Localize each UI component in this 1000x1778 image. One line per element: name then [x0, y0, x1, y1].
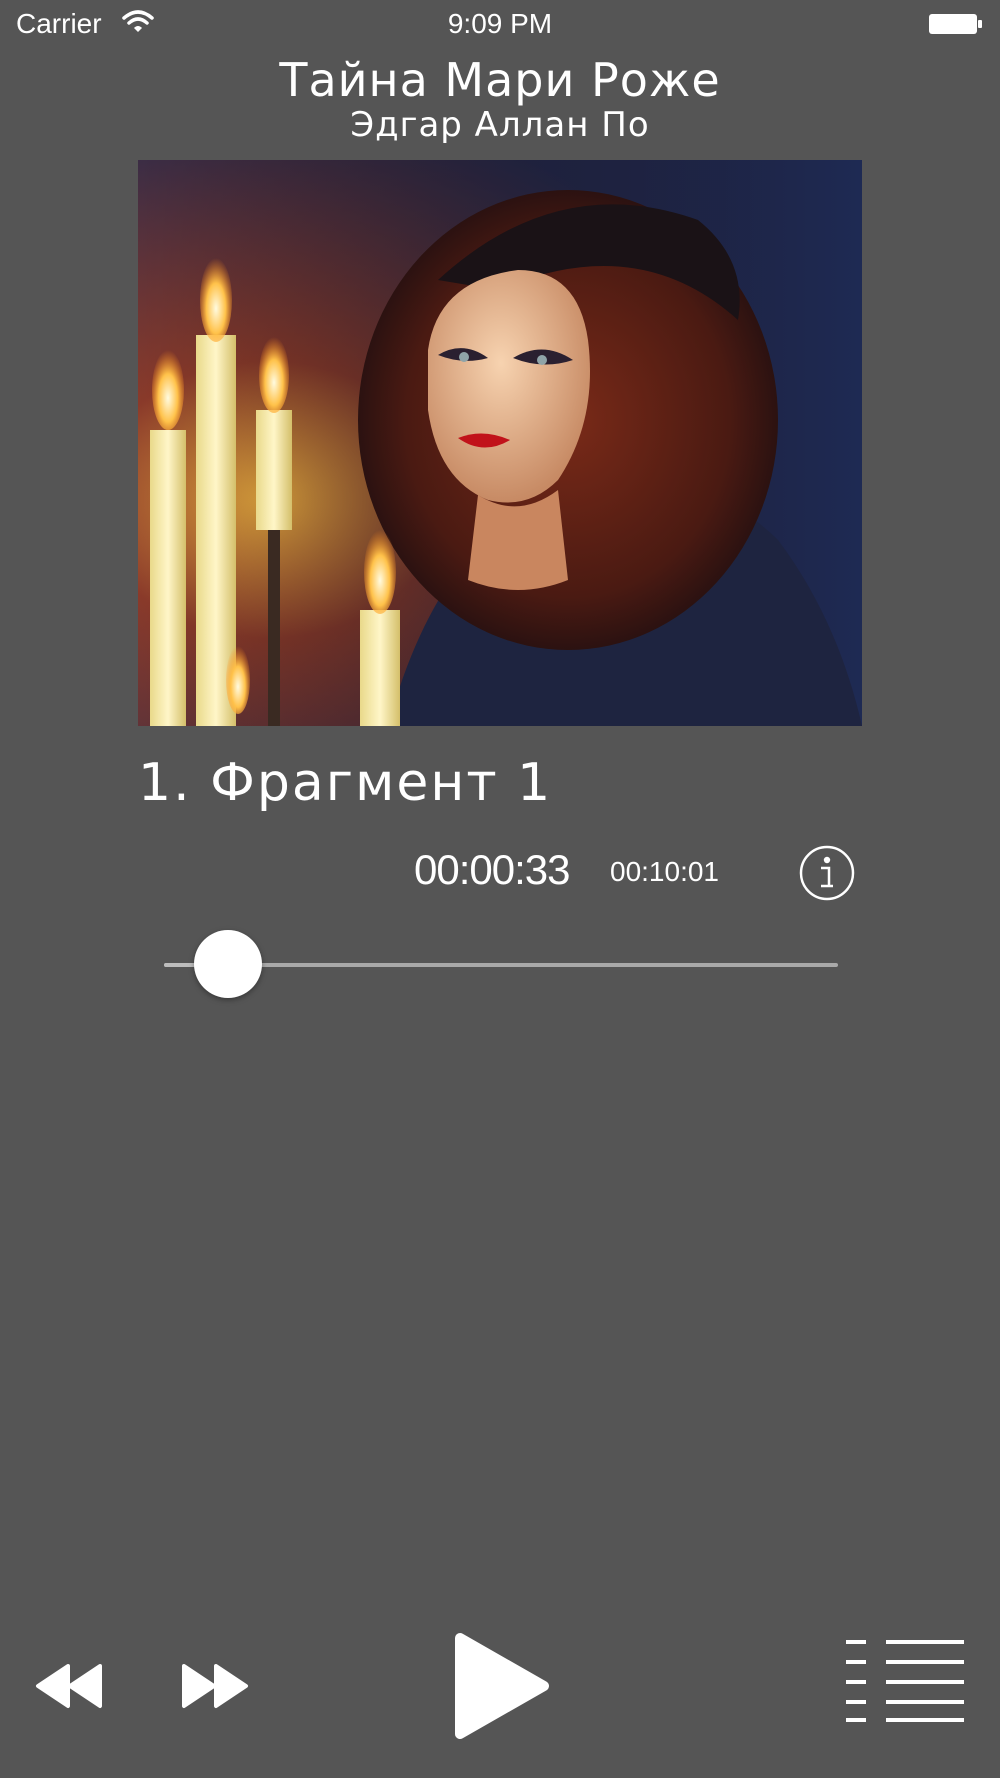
fast-forward-icon	[182, 1664, 248, 1708]
play-button[interactable]	[450, 1630, 552, 1742]
slider-track[interactable]	[164, 963, 838, 967]
slider-thumb[interactable]	[194, 930, 262, 998]
play-icon	[455, 1633, 549, 1739]
forward-button[interactable]	[178, 1660, 250, 1712]
playlist-icon	[846, 1640, 964, 1722]
book-title: Тайна Мари Роже	[279, 53, 721, 107]
rewind-icon	[36, 1664, 102, 1708]
playlist-button[interactable]	[846, 1638, 966, 1724]
info-icon[interactable]	[798, 844, 856, 902]
elapsed-time: 00:00:33	[414, 846, 570, 893]
status-bar: Carrier 9:09 PM	[0, 0, 1000, 48]
rewind-button[interactable]	[34, 1660, 106, 1712]
book-author: Эдгар Аллан По	[350, 105, 650, 145]
status-time: 9:09 PM	[447, 8, 553, 39]
total-duration: 00:10:01	[610, 856, 719, 887]
chapter-title: 1. Фрагмент 1	[138, 753, 553, 813]
progress-slider[interactable]	[164, 930, 838, 1000]
cover-image	[138, 160, 862, 726]
battery-icon	[928, 12, 984, 36]
